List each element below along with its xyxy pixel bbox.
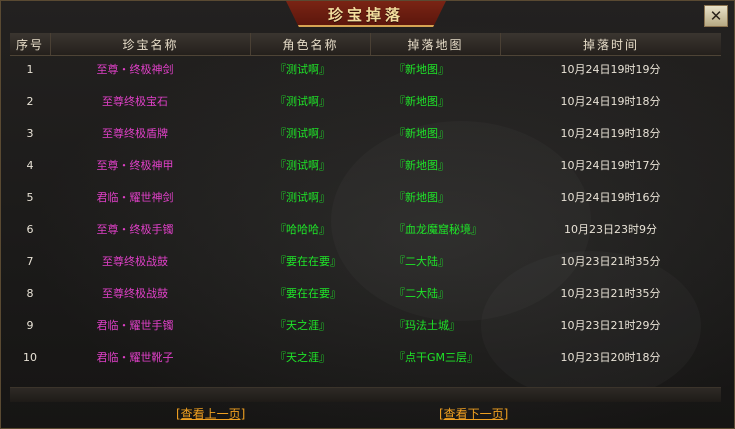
row-role-name[interactable]: 『测试啊』 (250, 185, 370, 209)
header-drop-time: 掉落时间 (500, 33, 721, 55)
row-item-name[interactable]: 君临・耀世手镯 (50, 313, 250, 337)
table-row: 8 至尊终极战鼓 『要在在要』 『二大陆』 10月23日21时35分 (10, 281, 721, 305)
row-drop-time: 10月23日23时9分 (564, 223, 657, 236)
row-item-name[interactable]: 至尊终极盾牌 (50, 121, 250, 145)
row-drop-time: 10月23日21时29分 (560, 319, 661, 332)
row-index: 10 (23, 350, 37, 364)
row-map-name[interactable]: 『点干GM三层』 (370, 345, 500, 369)
row-map-name[interactable]: 『二大陆』 (370, 281, 500, 305)
row-item-name[interactable]: 至尊・终极手镯 (50, 217, 250, 241)
table-row: 7 至尊终极战鼓 『要在在要』 『二大陆』 10月23日21时35分 (10, 249, 721, 273)
row-map-name[interactable]: 『新地图』 (370, 89, 500, 113)
table-row: 10 君临・耀世靴子 『天之涯』 『点干GM三层』 10月23日20时18分 (10, 345, 721, 369)
row-drop-time: 10月24日19时17分 (560, 159, 661, 172)
row-item-name[interactable]: 至尊终极战鼓 (50, 249, 250, 273)
table-footer-bar (10, 387, 721, 402)
header-drop-map: 掉落地图 (370, 33, 500, 55)
row-item-name[interactable]: 君临・耀世神剑 (50, 185, 250, 209)
row-role-name[interactable]: 『测试啊』 (250, 57, 370, 81)
row-index: 6 (26, 222, 34, 236)
next-page-link[interactable]: [查看下一页] (439, 405, 508, 422)
row-role-name[interactable]: 『测试啊』 (250, 153, 370, 177)
row-map-name[interactable]: 『新地图』 (370, 121, 500, 145)
table-header: 序号 珍宝名称 角色名称 掉落地图 掉落时间 (10, 33, 721, 56)
row-item-name[interactable]: 至尊・终极神剑 (50, 57, 250, 81)
row-map-name[interactable]: 『新地图』 (370, 185, 500, 209)
row-item-name[interactable]: 君临・耀世靴子 (50, 345, 250, 369)
header-role-name: 角色名称 (250, 33, 370, 55)
window-title-bar: 珍宝掉落 (286, 1, 446, 27)
row-role-name[interactable]: 『要在在要』 (250, 249, 370, 273)
row-drop-time: 10月23日20时18分 (560, 351, 661, 364)
row-index: 4 (26, 158, 34, 172)
row-role-name[interactable]: 『天之涯』 (250, 345, 370, 369)
row-drop-time: 10月23日21时35分 (560, 287, 661, 300)
treasure-drop-window: 珍宝掉落 ✕ 序号 珍宝名称 角色名称 掉落地图 掉落时间 1 至尊・终极神剑 … (0, 0, 735, 429)
close-button[interactable]: ✕ (704, 5, 728, 27)
row-item-name[interactable]: 至尊终极宝石 (50, 89, 250, 113)
table-row: 3 至尊终极盾牌 『测试啊』 『新地图』 10月24日19时18分 (10, 121, 721, 145)
row-role-name[interactable]: 『天之涯』 (250, 313, 370, 337)
table-row: 4 至尊・终极神甲 『测试啊』 『新地图』 10月24日19时17分 (10, 153, 721, 177)
row-role-name[interactable]: 『哈哈哈』 (250, 217, 370, 241)
row-index: 9 (26, 318, 34, 332)
row-map-name[interactable]: 『玛法土城』 (370, 313, 500, 337)
row-drop-time: 10月24日19时18分 (560, 127, 661, 140)
table-row: 9 君临・耀世手镯 『天之涯』 『玛法土城』 10月23日21时29分 (10, 313, 721, 337)
row-role-name[interactable]: 『测试啊』 (250, 89, 370, 113)
row-drop-time: 10月24日19时16分 (560, 191, 661, 204)
row-role-name[interactable]: 『要在在要』 (250, 281, 370, 305)
table-row: 1 至尊・终极神剑 『测试啊』 『新地图』 10月24日19时19分 (10, 57, 721, 81)
close-icon: ✕ (709, 7, 723, 25)
row-map-name[interactable]: 『二大陆』 (370, 249, 500, 273)
row-index: 3 (26, 126, 34, 140)
table-row: 6 至尊・终极手镯 『哈哈哈』 『血龙魔窟秘境』 10月23日23时9分 (10, 217, 721, 241)
row-index: 1 (26, 62, 34, 76)
row-role-name[interactable]: 『测试啊』 (250, 121, 370, 145)
row-drop-time: 10月23日21时35分 (560, 255, 661, 268)
row-drop-time: 10月24日19时19分 (560, 63, 661, 76)
previous-page-link[interactable]: [查看上一页] (176, 405, 245, 422)
row-map-name[interactable]: 『新地图』 (370, 57, 500, 81)
row-item-name[interactable]: 至尊・终极神甲 (50, 153, 250, 177)
table-body: 1 至尊・终极神剑 『测试啊』 『新地图』 10月24日19时19分 2 至尊终… (10, 56, 721, 386)
row-map-name[interactable]: 『血龙魔窟秘境』 (370, 217, 500, 241)
row-index: 8 (26, 286, 34, 300)
row-drop-time: 10月24日19时18分 (560, 95, 661, 108)
row-index: 7 (26, 254, 34, 268)
header-index: 序号 (15, 37, 44, 52)
table-row: 5 君临・耀世神剑 『测试啊』 『新地图』 10月24日19时16分 (10, 185, 721, 209)
window-title: 珍宝掉落 (327, 5, 404, 24)
row-index: 2 (26, 94, 34, 108)
header-item-name: 珍宝名称 (50, 33, 250, 55)
row-item-name[interactable]: 至尊终极战鼓 (50, 281, 250, 305)
row-index: 5 (26, 190, 34, 204)
table-row: 2 至尊终极宝石 『测试啊』 『新地图』 10月24日19时18分 (10, 89, 721, 113)
row-map-name[interactable]: 『新地图』 (370, 153, 500, 177)
